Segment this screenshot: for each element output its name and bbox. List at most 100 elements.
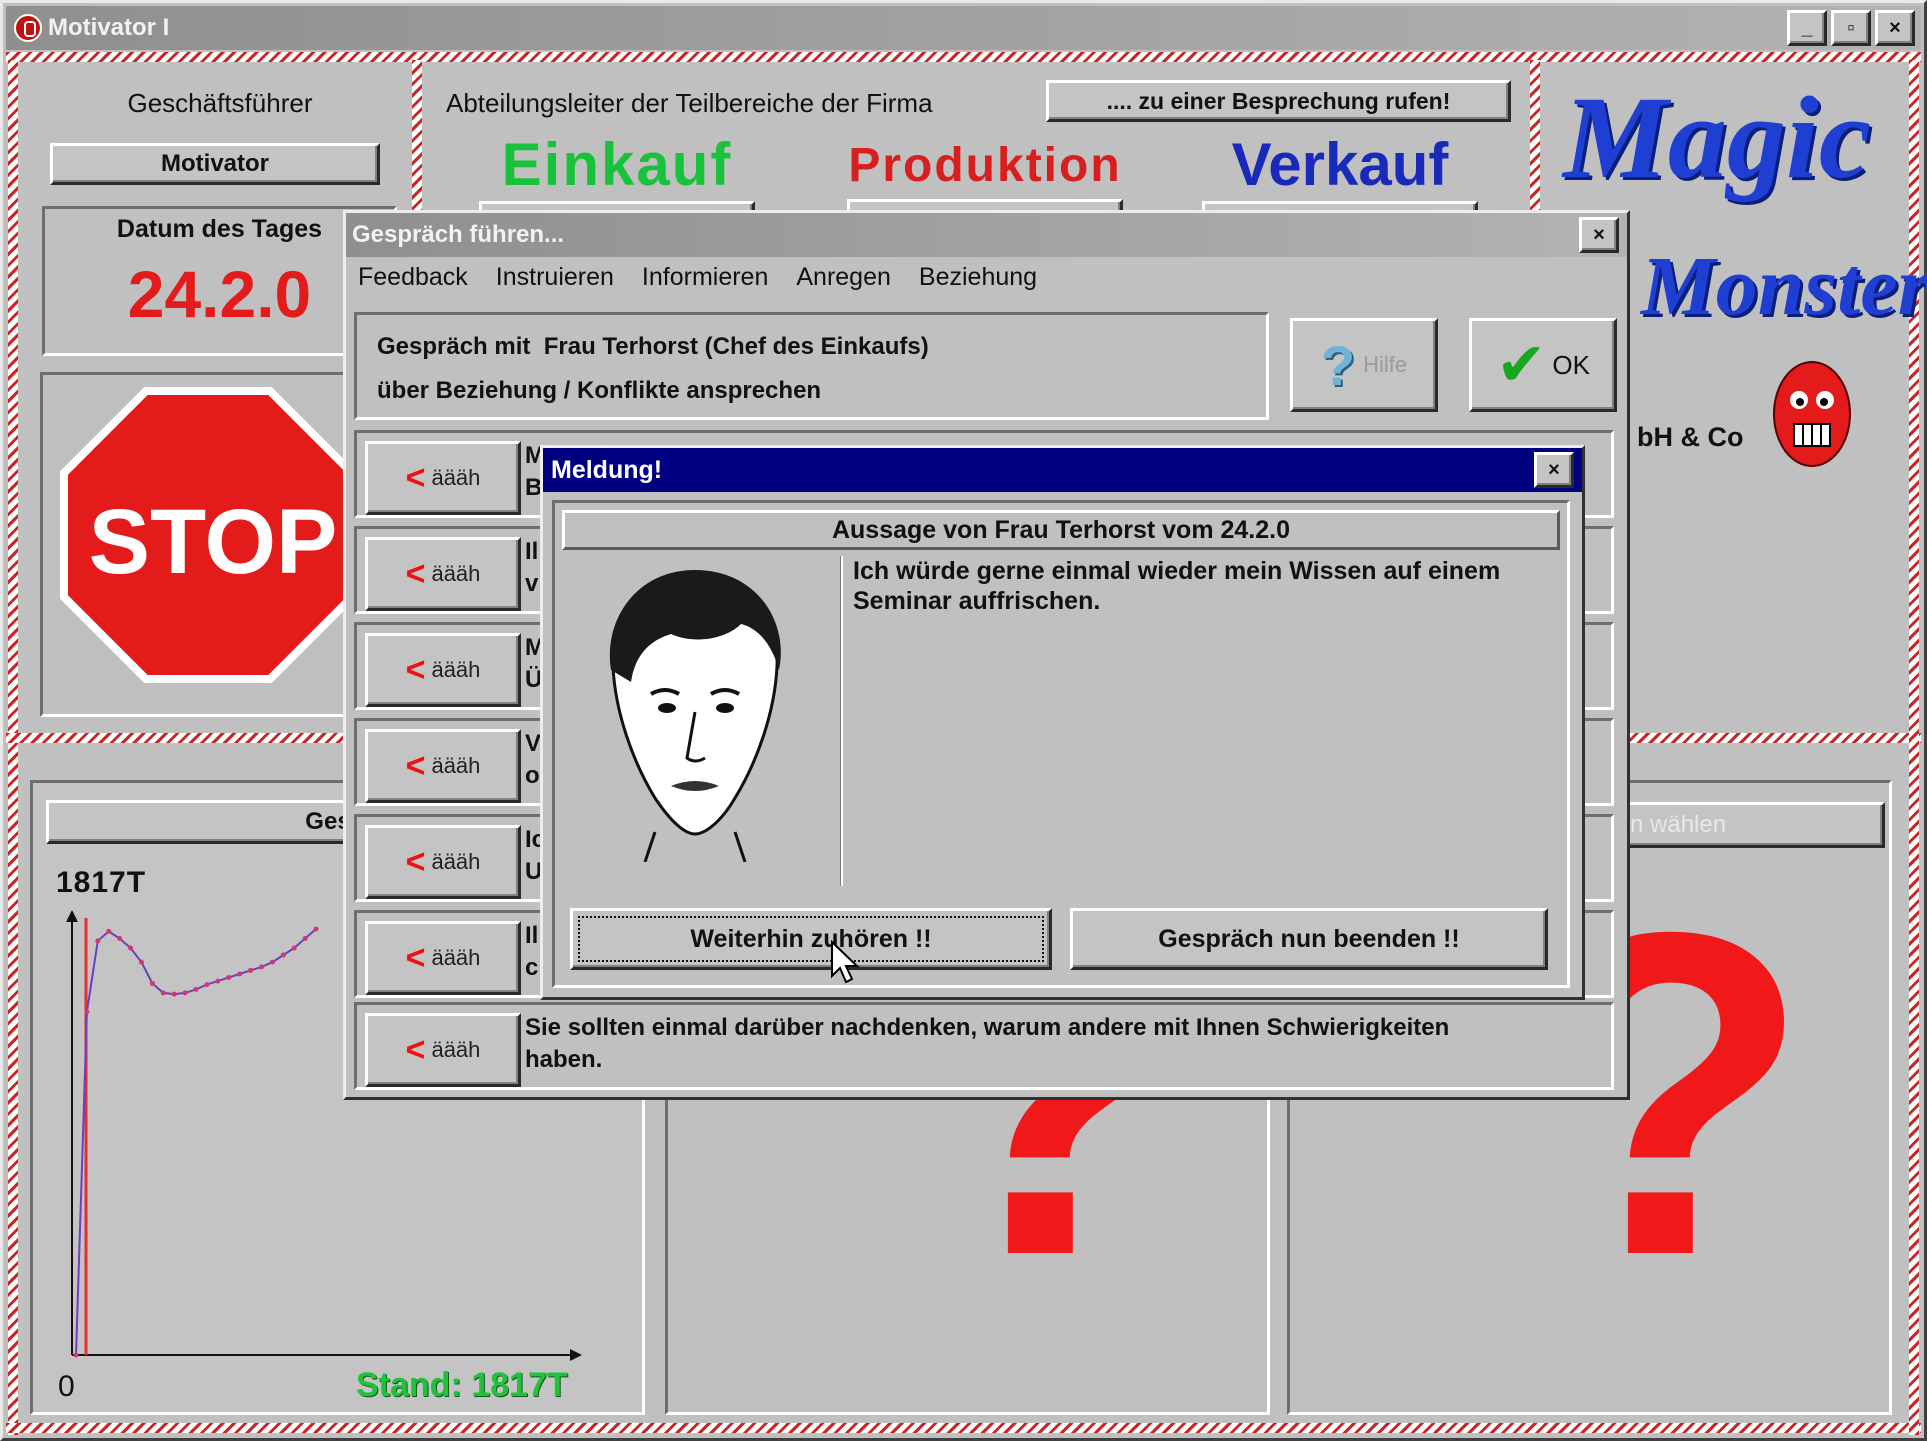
chart-point	[226, 975, 232, 981]
stand-label: Stand: 1817T	[356, 1366, 568, 1404]
monster-icon	[1773, 361, 1851, 467]
date-value: 24.2.0	[127, 257, 312, 331]
app-title: Motivator I	[48, 14, 170, 41]
chart-point	[117, 935, 123, 941]
chart-point	[182, 990, 188, 996]
ceo-label: Geschäftsführer	[127, 88, 313, 118]
back-arrow-icon: <	[405, 747, 426, 785]
back-arrow-icon: <	[405, 939, 426, 977]
option-text-line2: haben.	[525, 1046, 603, 1073]
option-aah-label: äääh	[431, 1037, 481, 1062]
ok-label: OK	[1552, 349, 1590, 380]
menu-informieren[interactable]: Informieren	[642, 263, 768, 292]
chart-point	[280, 952, 286, 958]
chart-point	[160, 990, 166, 996]
overall-value-top: 1817T	[56, 866, 147, 899]
option-aah-button[interactable]: < äääh	[365, 825, 521, 899]
left-stripe	[8, 60, 18, 1435]
talk-topic: über Beziehung / Konflikte ansprechen	[377, 377, 822, 404]
chart-point	[149, 980, 155, 986]
option-row: < äääh Sie sollten einmal darüber nachden…	[354, 1002, 1614, 1090]
motivator-button[interactable]: Motivator	[50, 143, 380, 185]
dept-verkauf-title[interactable]: Verkauf	[1180, 130, 1500, 199]
call-meeting-button[interactable]: .... zu einer Besprechung rufen!	[1046, 80, 1511, 122]
talk-dialog-title: Gespräch führen...	[352, 221, 565, 248]
option-aah-button[interactable]: < äääh	[365, 729, 521, 803]
option-aah-label: äääh	[431, 657, 481, 682]
talk-person: Frau Terhorst (Chef des Einkaufs)	[543, 333, 929, 360]
option-aah-button[interactable]: < äääh	[365, 1013, 521, 1087]
chart-point	[313, 926, 319, 932]
chart-point	[237, 971, 243, 977]
main-titlebar: Motivator I _ ▫ ×	[6, 6, 1921, 50]
message-dialog-titlebar: Meldung! ×	[543, 448, 1582, 492]
option-aah-label: äääh	[431, 945, 481, 970]
chart-y-arrow	[66, 910, 78, 922]
option-text-line1: Il	[525, 922, 539, 949]
dept-einkauf-panel: Einkauf	[462, 130, 772, 237]
menu-anregen[interactable]: Anregen	[796, 263, 891, 292]
back-arrow-icon: <	[405, 843, 426, 881]
talk-dialog-close-button[interactable]: ×	[1579, 217, 1619, 253]
logo-company: bH & Co	[1637, 422, 1744, 452]
back-arrow-icon: <	[405, 1031, 426, 1069]
chart-point	[204, 982, 210, 988]
menu-beziehung[interactable]: Beziehung	[919, 263, 1037, 292]
message-dialog-close-button[interactable]: ×	[1534, 452, 1574, 488]
option-aah-label: äääh	[431, 561, 481, 586]
date-label: Datum des Tages	[116, 215, 323, 243]
close-button[interactable]: ×	[1875, 10, 1915, 46]
message-dialog-title: Meldung!	[551, 455, 663, 484]
talk-dialog-titlebar: Gespräch führen... ×	[346, 213, 1627, 257]
logo-monster: Monster	[1641, 240, 1927, 333]
chart-point	[248, 967, 254, 973]
chart-point	[291, 945, 297, 951]
chart-point	[73, 1352, 79, 1358]
option-aah-label: äääh	[431, 753, 481, 778]
chart-point	[106, 928, 112, 934]
back-arrow-icon: <	[405, 651, 426, 689]
option-text-line1: Il	[525, 538, 539, 565]
chart-point	[128, 945, 134, 951]
checkmark-icon: ✔	[1496, 331, 1547, 398]
back-arrow-icon: <	[405, 555, 426, 593]
talk-with-label: Gespräch mit	[377, 333, 531, 360]
help-button[interactable]: ? Hilfe	[1290, 318, 1438, 412]
option-text-line2: v	[525, 570, 539, 597]
menu-instruieren[interactable]: Instruieren	[496, 263, 614, 292]
stop-text: STOP	[88, 491, 338, 593]
ok-button[interactable]: ✔ OK	[1469, 318, 1617, 412]
dept-einkauf-title[interactable]: Einkauf	[462, 130, 772, 199]
message-statement: Ich würde gerne einmal wieder mein Wisse…	[853, 557, 1501, 615]
dept-produktion-title[interactable]: Produktion	[820, 138, 1150, 193]
menu-feedback[interactable]: Feedback	[358, 263, 468, 292]
maximize-button[interactable]: ▫	[1831, 10, 1871, 46]
option-aah-label: äääh	[431, 465, 481, 490]
option-text-line2: c	[525, 954, 539, 981]
option-aah-button[interactable]: < äääh	[365, 633, 521, 707]
continue-listening-button[interactable]: Weiterhin zuhören !!	[570, 908, 1052, 970]
option-aah-button[interactable]: < äääh	[365, 441, 521, 515]
option-text-line2: o	[525, 762, 540, 789]
option-text-line1: V	[525, 730, 542, 757]
chart-point	[302, 935, 308, 941]
chart-point	[215, 978, 221, 984]
bottom-stripe	[6, 1423, 1921, 1433]
help-icon: ?	[1320, 333, 1356, 397]
app-icon	[14, 14, 42, 42]
chart-point	[95, 938, 101, 944]
chart-point	[269, 959, 275, 965]
logo-magic: Magic	[1563, 72, 1872, 203]
option-text-line1: Sie sollten einmal darüber nachdenken, w…	[525, 1014, 1450, 1041]
minimize-button[interactable]: _	[1787, 10, 1827, 46]
talk-dialog-menubar: Feedback Instruieren Informieren Anregen…	[346, 257, 1627, 297]
chart-point	[84, 1009, 90, 1015]
talk-info-box: Gespräch mit Frau Terhorst (Chef des Ein…	[354, 312, 1269, 420]
option-aah-button[interactable]: < äääh	[365, 921, 521, 995]
mouse-cursor-icon	[831, 940, 860, 984]
option-aah-button[interactable]: < äääh	[365, 537, 521, 611]
chart-zero-label: 0	[58, 1370, 75, 1403]
end-talk-button[interactable]: Gespräch nun beenden !!	[1070, 908, 1548, 970]
departments-label: Abteilungsleiter der Teilbereiche der Fi…	[446, 88, 933, 118]
chart-point	[171, 991, 177, 997]
